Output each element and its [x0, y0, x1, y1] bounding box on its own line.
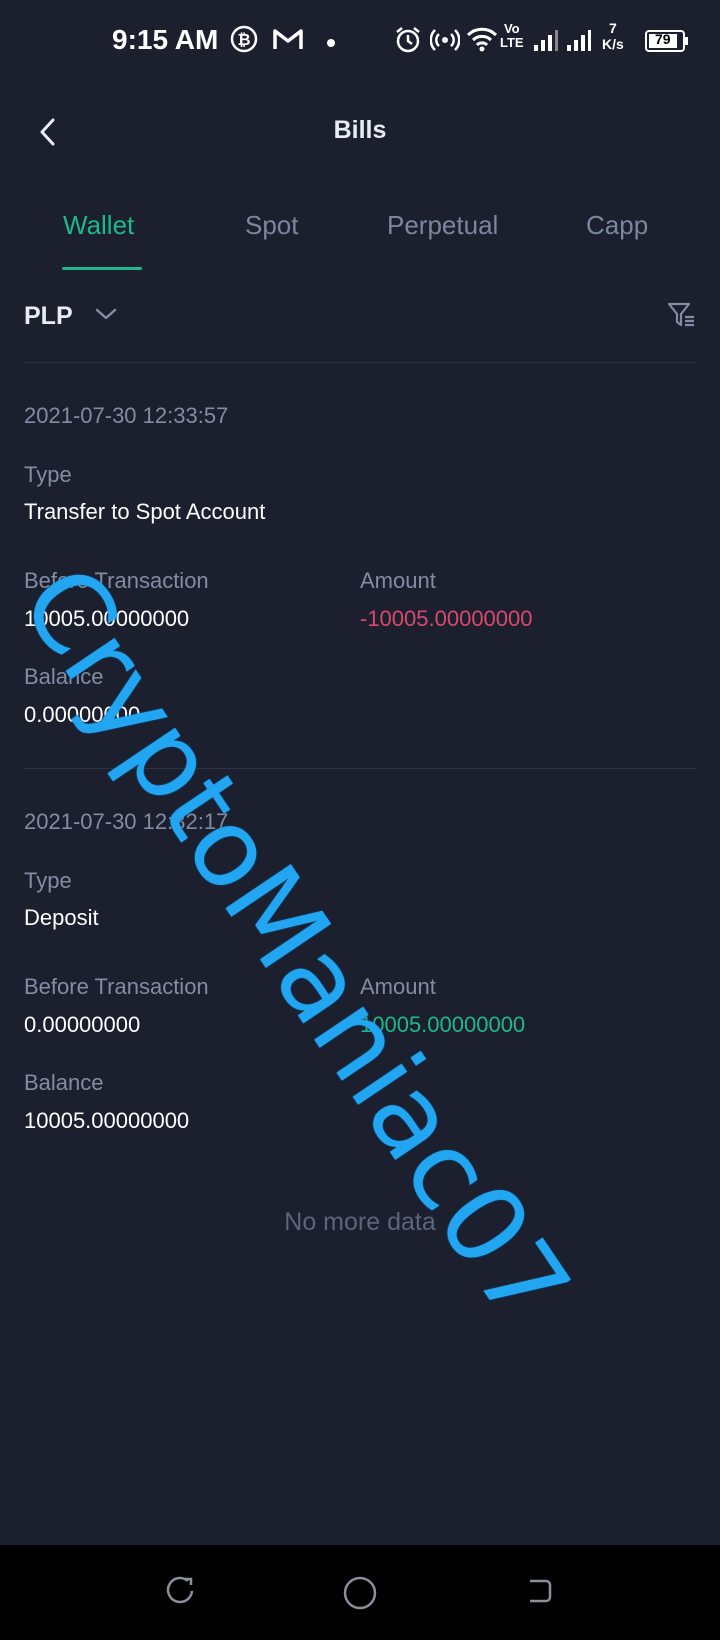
tab-perpetual[interactable]: Perpetual	[387, 210, 498, 241]
svg-text:₿: ₿	[237, 30, 250, 49]
volte-label: Vo	[503, 21, 520, 36]
chevron-down-icon[interactable]	[94, 306, 118, 327]
speed-value: 7	[609, 20, 617, 36]
type-value: Transfer to Spot Account	[24, 499, 266, 524]
bitcoin-notification-icon: ₿	[230, 25, 258, 58]
active-tab-indicator	[62, 267, 142, 270]
hotspot-icon	[429, 27, 461, 58]
battery-level: 79	[655, 31, 671, 47]
record-datetime: 2021-07-30 12:33:57	[24, 403, 229, 428]
record-datetime: 2021-07-30 12:32:17	[24, 809, 229, 834]
app-header: Bills	[0, 100, 720, 164]
amount-value: 10005.00000000	[360, 1012, 526, 1037]
more-notifications-dot-icon	[326, 35, 336, 53]
currency-selector[interactable]: PLP	[24, 302, 73, 331]
amount-label: Amount	[360, 974, 436, 999]
amount-label: Amount	[360, 568, 436, 593]
recent-apps-button[interactable]	[164, 1575, 196, 1612]
speed-unit: K/s	[602, 36, 624, 52]
before-transaction-label: Before Transaction	[24, 568, 209, 593]
status-bar: 9:15 AM ₿ Vo LTE 7 K/s 79	[0, 0, 720, 80]
home-button[interactable]	[342, 1575, 378, 1616]
gmail-notification-icon	[272, 27, 304, 56]
system-navigation-bar	[0, 1545, 720, 1640]
type-label: Type	[24, 868, 72, 893]
balance-label: Balance	[24, 1070, 104, 1095]
signal-strength-2-icon	[566, 28, 592, 57]
alarm-icon	[393, 25, 423, 60]
divider	[24, 362, 696, 363]
wifi-icon	[466, 26, 498, 57]
balance-value: 0.00000000	[24, 702, 141, 727]
page-title: Bills	[333, 116, 387, 144]
signal-strength-1-icon	[533, 28, 559, 57]
before-transaction-value: 0.00000000	[24, 1012, 141, 1037]
filter-icon[interactable]	[666, 300, 696, 335]
before-transaction-value: 10005.00000000	[24, 606, 190, 631]
type-value: Deposit	[24, 905, 99, 930]
tab-spot[interactable]: Spot	[245, 210, 299, 241]
volte-indicator: Vo LTE	[500, 22, 524, 50]
type-label: Type	[24, 462, 72, 487]
lte-label: LTE	[500, 35, 524, 50]
status-time: 9:15 AM	[112, 24, 219, 55]
tab-wallet[interactable]: Wallet	[63, 210, 134, 241]
currency-filter-row: PLP	[24, 292, 696, 342]
amount-value: -10005.00000000	[360, 606, 533, 631]
before-transaction-label: Before Transaction	[24, 974, 209, 999]
divider	[24, 768, 696, 769]
balance-value: 10005.00000000	[24, 1108, 190, 1133]
back-nav-button[interactable]	[524, 1575, 556, 1612]
balance-label: Balance	[24, 664, 104, 689]
network-speed: 7 K/s	[602, 20, 624, 52]
account-tabs: Wallet Spot Perpetual Capp	[0, 200, 720, 272]
battery-icon: 79	[644, 29, 690, 58]
no-more-data-text: No more data	[284, 1208, 436, 1236]
tab-capp[interactable]: Capp	[586, 210, 648, 241]
